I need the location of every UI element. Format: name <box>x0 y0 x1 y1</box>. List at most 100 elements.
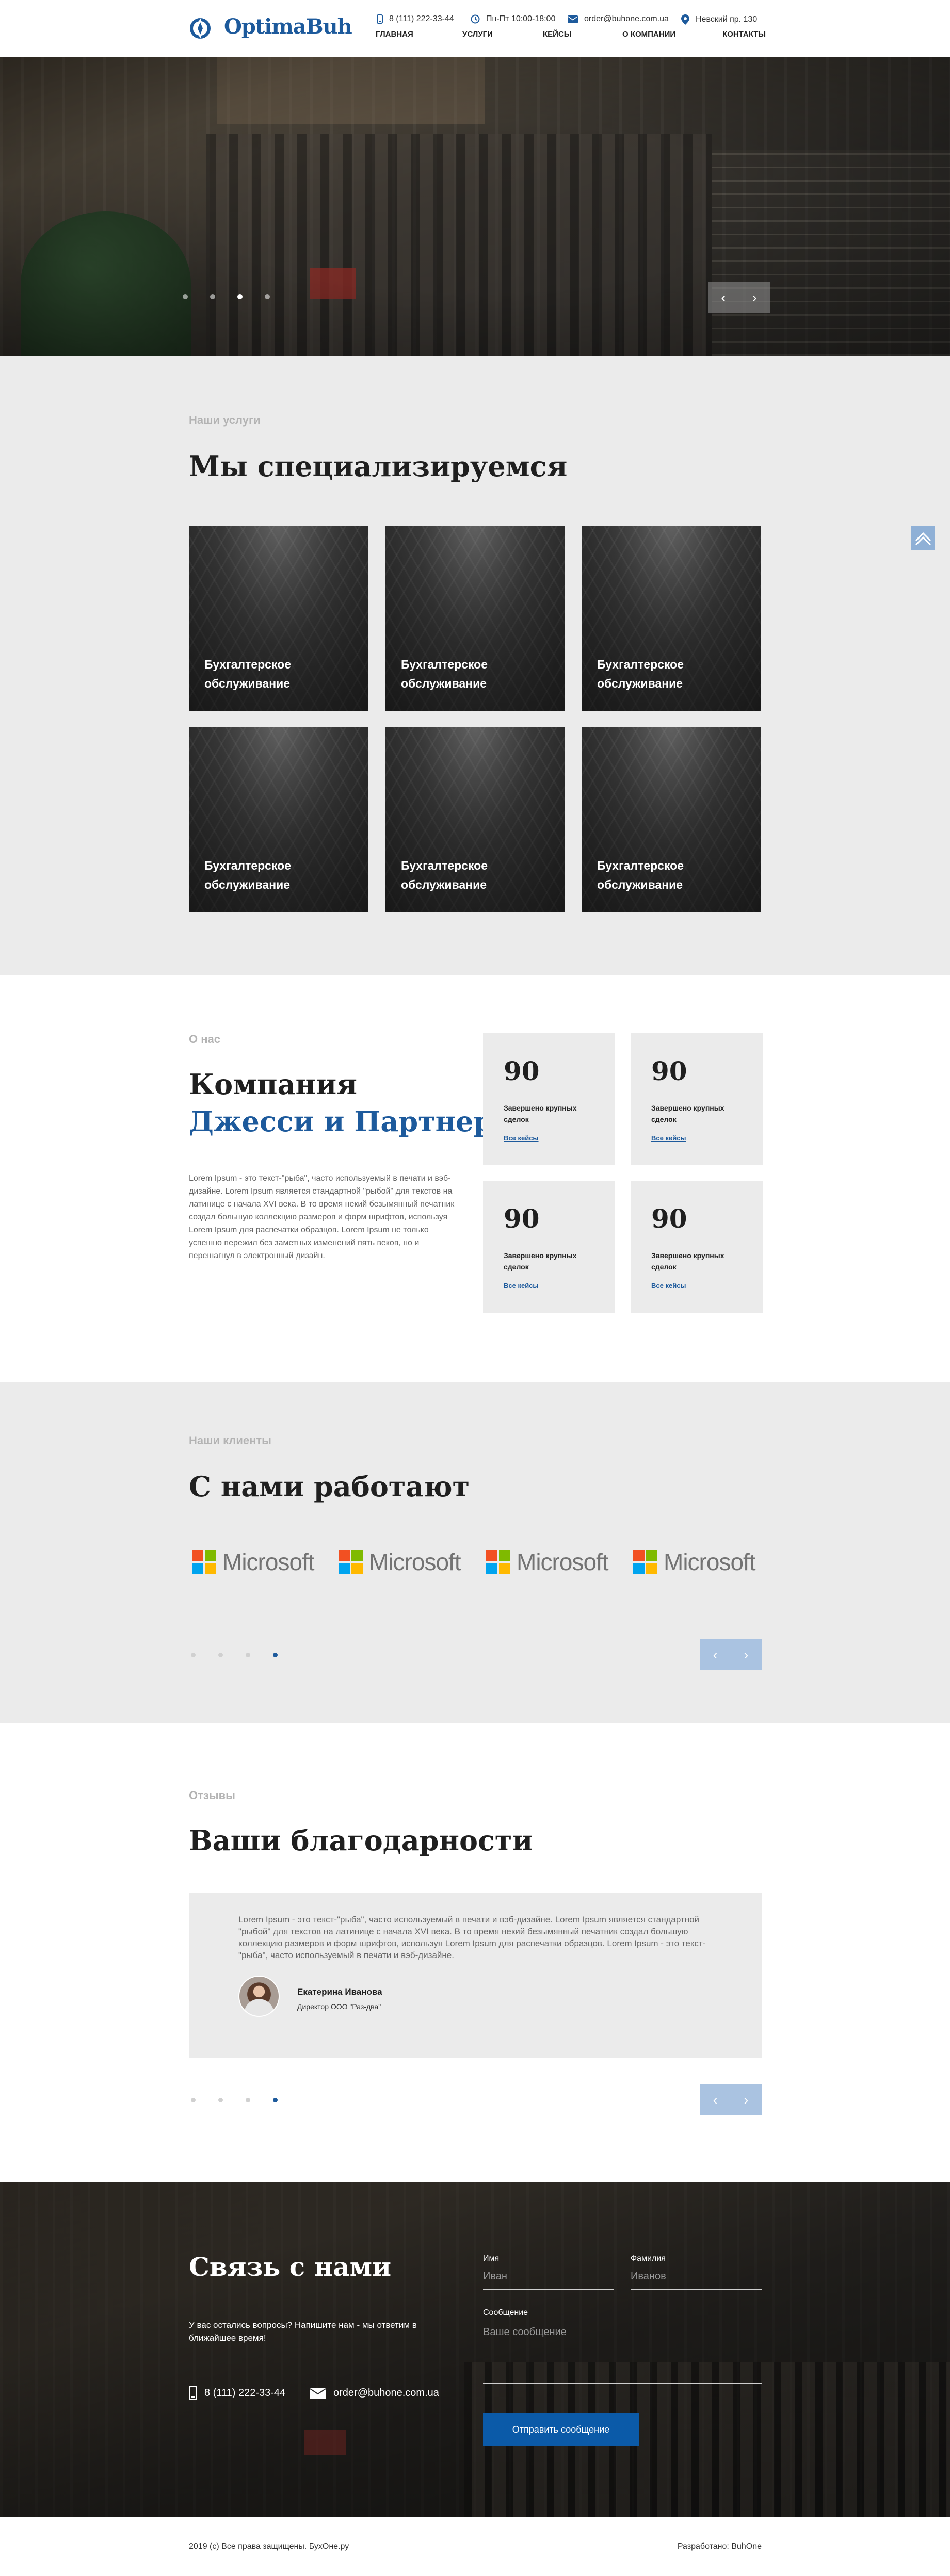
reviews-dot-1[interactable] <box>191 2098 196 2102</box>
clients-title: С нами работают <box>189 1470 470 1503</box>
clients-dot-3[interactable] <box>246 1653 250 1657</box>
stat-link[interactable]: Все кейсы <box>504 1134 539 1142</box>
site-footer: 2019 (c) Все права защищены. БухОне.ру Р… <box>0 2517 950 2576</box>
header-phone[interactable]: 8 (111) 222-33-44 <box>377 14 454 24</box>
service-card[interactable]: Бухгалтерское обслуживание <box>582 727 761 912</box>
microsoft-icon <box>633 1550 657 1574</box>
service-card-label: Бухгалтерское обслуживание <box>401 859 488 891</box>
hero-dot-3[interactable] <box>237 294 243 299</box>
clients-next-button[interactable]: › <box>731 1639 762 1670</box>
service-card[interactable]: Бухгалтерское обслуживание <box>582 526 761 711</box>
stat-link[interactable]: Все кейсы <box>504 1282 539 1290</box>
nav-contacts[interactable]: КОНТАКТЫ <box>722 30 766 39</box>
contact-phone-text: 8 (111) 222-33-44 <box>204 2387 286 2399</box>
site-header: OptimaBuh 8 (111) 222-33-44 Пн-Пт 10:00-… <box>0 0 950 57</box>
stat-label: Завершено крупных сделок <box>504 1104 577 1123</box>
contact-bg-bus <box>304 2430 346 2455</box>
reviews-prev-button[interactable]: ‹ <box>700 2084 731 2115</box>
hero-dot-2[interactable] <box>210 294 215 299</box>
hero-vignette <box>0 57 950 356</box>
logo-icon[interactable] <box>189 17 212 40</box>
client-logo-microsoft[interactable]: Microsoft <box>339 1546 461 1577</box>
client-logo-microsoft[interactable]: Microsoft <box>633 1546 756 1577</box>
about-text: Lorem Ipsum - это текст-"рыба", часто ис… <box>189 1174 455 1260</box>
header-address: Невский пр. 130 <box>681 14 757 25</box>
review-avatar <box>238 1976 280 2017</box>
reviews-eyebrow: Отзывы <box>189 1789 235 1802</box>
about-title-line2: Джесси и Партнеры <box>189 1105 521 1138</box>
client-logo-text: Microsoft <box>369 1548 461 1575</box>
name-input-underline <box>483 2289 614 2290</box>
stat-number: 90 <box>651 1056 687 1086</box>
message-label: Сообщение <box>483 2308 528 2317</box>
about-section: О нас Компания Джесси и Партнеры Lorem I… <box>0 975 950 1382</box>
services-eyebrow: Наши услуги <box>189 414 261 427</box>
clients-dot-4[interactable] <box>273 1653 278 1657</box>
service-card-label: Бухгалтерское обслуживание <box>204 859 292 891</box>
message-textarea[interactable]: Ваше сообщение <box>483 2326 762 2378</box>
hero-slider: ‹ › <box>0 57 950 356</box>
stat-number: 90 <box>504 1203 540 1234</box>
clients-dot-2[interactable] <box>218 1653 223 1657</box>
name-input[interactable]: Иван <box>483 2271 507 2282</box>
clients-prev-button[interactable]: ‹ <box>700 1639 731 1670</box>
scroll-top-button[interactable] <box>911 526 935 550</box>
hero-next-button[interactable]: › <box>739 282 770 313</box>
phone-icon <box>377 14 383 24</box>
location-icon <box>681 14 689 25</box>
microsoft-icon <box>486 1550 510 1574</box>
footer-developer[interactable]: Разработано: BuhOne <box>678 2542 762 2551</box>
surname-input[interactable]: Иванов <box>631 2271 666 2282</box>
reviews-title: Ваши благодарности <box>189 1824 533 1857</box>
stat-card: 90 Завершено крупных сделок Все кейсы <box>483 1033 615 1165</box>
contact-title: Связь с нами <box>189 2252 392 2282</box>
stat-card: 90 Завершено крупных сделок Все кейсы <box>631 1033 763 1165</box>
service-card[interactable]: Бухгалтерское обслуживание <box>385 727 565 912</box>
client-logo-text: Microsoft <box>664 1548 756 1575</box>
reviews-next-button[interactable]: › <box>731 2084 762 2115</box>
chevron-up-icon <box>915 532 931 546</box>
service-card-label: Бухгалтерское обслуживание <box>597 859 684 891</box>
clients-dot-1[interactable] <box>191 1653 196 1657</box>
service-card[interactable]: Бухгалтерское обслуживание <box>385 526 565 711</box>
service-card[interactable]: Бухгалтерское обслуживание <box>189 526 368 711</box>
nav-services[interactable]: УСЛУГИ <box>462 30 493 39</box>
hero-arrows: ‹ › <box>708 282 770 313</box>
submit-button[interactable]: Отправить сообщение <box>483 2413 639 2446</box>
review-text: Lorem Ipsum - это текст-"рыба", часто ис… <box>238 1915 706 1960</box>
stat-card: 90 Завершено крупных сделок Все кейсы <box>483 1181 615 1313</box>
microsoft-icon <box>192 1550 216 1574</box>
stat-label: Завершено крупных сделок <box>504 1251 577 1271</box>
review-position: Директор ООО "Раз-два" <box>297 2002 381 2011</box>
nav-home[interactable]: ГЛАВНАЯ <box>376 30 413 39</box>
client-logo-text: Microsoft <box>517 1548 609 1575</box>
service-card[interactable]: Бухгалтерское обслуживание <box>189 727 368 912</box>
contact-email-text: order@buhone.com.ua <box>333 2387 439 2399</box>
footer-copyright: 2019 (c) Все права защищены. БухОне.ру <box>189 2542 349 2551</box>
nav-cases[interactable]: КЕЙСЫ <box>543 30 571 39</box>
client-logo-microsoft[interactable]: Microsoft <box>486 1546 609 1577</box>
reviews-dot-3[interactable] <box>246 2098 250 2102</box>
hero-dot-4[interactable] <box>265 294 270 299</box>
contact-email[interactable]: order@buhone.com.ua <box>310 2387 439 2399</box>
hero-prev-button[interactable]: ‹ <box>708 282 739 313</box>
surname-label: Фамилия <box>631 2254 666 2263</box>
logo-text[interactable]: OptimaBuh <box>224 14 352 39</box>
stat-link[interactable]: Все кейсы <box>651 1282 686 1290</box>
surname-input-underline <box>631 2289 762 2290</box>
clients-section: Наши клиенты С нами работают Microsoft M… <box>0 1382 950 1723</box>
header-address-text: Невский пр. 130 <box>696 15 758 24</box>
reviews-dot-2[interactable] <box>218 2098 223 2102</box>
message-underline <box>483 2383 762 2384</box>
services-title: Мы специализируемся <box>189 450 568 483</box>
nav-about[interactable]: О КОМПАНИИ <box>622 30 675 39</box>
reviews-dot-4[interactable] <box>273 2098 278 2102</box>
clients-arrows: ‹ › <box>700 1639 762 1670</box>
service-card-label: Бухгалтерское обслуживание <box>597 658 684 690</box>
contact-phone[interactable]: 8 (111) 222-33-44 <box>189 2386 285 2400</box>
stat-label: Завершено крупных сделок <box>651 1251 724 1271</box>
header-email[interactable]: order@buhone.com.ua <box>568 14 669 24</box>
client-logo-microsoft[interactable]: Microsoft <box>192 1546 315 1577</box>
stat-link[interactable]: Все кейсы <box>651 1134 686 1142</box>
hero-dot-1[interactable] <box>183 294 188 299</box>
